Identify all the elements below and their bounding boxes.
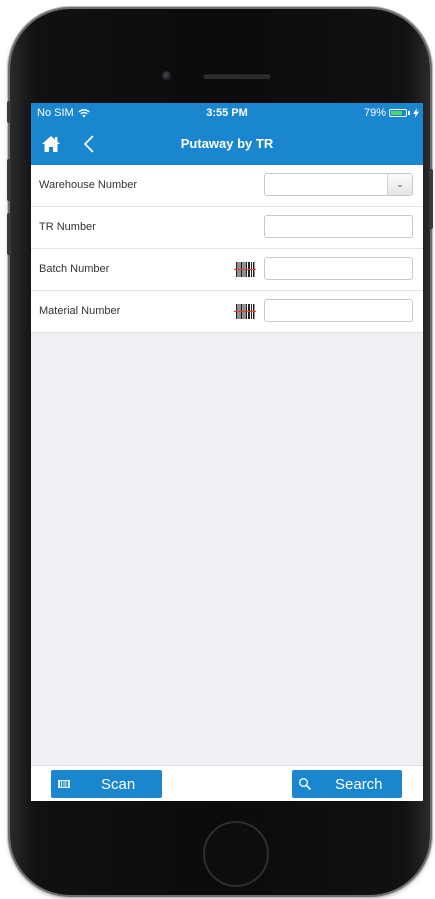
warehouse-number-select[interactable]: ⌄ xyxy=(264,173,413,196)
status-right: 79% xyxy=(364,107,419,119)
battery-percent: 79% xyxy=(363,107,386,119)
app-screen: No SIM 3:55 PM 79% Putaway by TR Warehou… xyxy=(31,103,423,801)
tr-number-row: TR Number xyxy=(31,207,423,249)
barcode-icon xyxy=(58,780,70,788)
barcode-icon[interactable] xyxy=(234,261,256,278)
status-bar: No SIM 3:55 PM 79% xyxy=(31,103,423,123)
scan-button-label: Scan xyxy=(101,776,136,793)
charging-icon xyxy=(413,108,419,118)
home-button[interactable] xyxy=(203,821,269,887)
material-number-label: Material Number xyxy=(39,305,121,317)
putaway-form: Warehouse Number ⌄ TR Number Batch Numbe… xyxy=(31,165,423,333)
page-title: Putaway by TR xyxy=(180,136,274,151)
material-number-row: Material Number xyxy=(31,291,423,333)
front-camera xyxy=(162,71,172,81)
bottom-toolbar: Scan Search xyxy=(31,765,423,801)
tr-number-input[interactable] xyxy=(264,215,413,238)
silent-switch xyxy=(7,101,11,123)
tr-number-label: TR Number xyxy=(39,221,96,233)
earpiece-speaker xyxy=(203,73,271,79)
search-button[interactable]: Search xyxy=(292,770,402,798)
warehouse-number-label: Warehouse Number xyxy=(39,179,138,191)
batch-number-label: Batch Number xyxy=(39,263,110,275)
battery-icon xyxy=(389,109,407,117)
search-button-label: Search xyxy=(335,776,383,793)
nav-bar: Putaway by TR xyxy=(31,123,423,165)
chevron-down-icon[interactable]: ⌄ xyxy=(387,174,412,195)
volume-up-button xyxy=(7,159,11,201)
barcode-icon[interactable] xyxy=(234,303,256,320)
battery-fill xyxy=(391,111,402,115)
batch-number-input[interactable] xyxy=(264,257,413,280)
volume-down-button xyxy=(7,213,11,255)
battery-cap xyxy=(408,111,410,115)
power-button xyxy=(429,169,433,229)
search-icon xyxy=(299,778,312,791)
batch-number-row: Batch Number xyxy=(31,249,423,291)
warehouse-number-row: Warehouse Number ⌄ xyxy=(31,165,423,207)
scan-button[interactable]: Scan xyxy=(51,770,162,798)
material-number-input[interactable] xyxy=(264,299,413,322)
